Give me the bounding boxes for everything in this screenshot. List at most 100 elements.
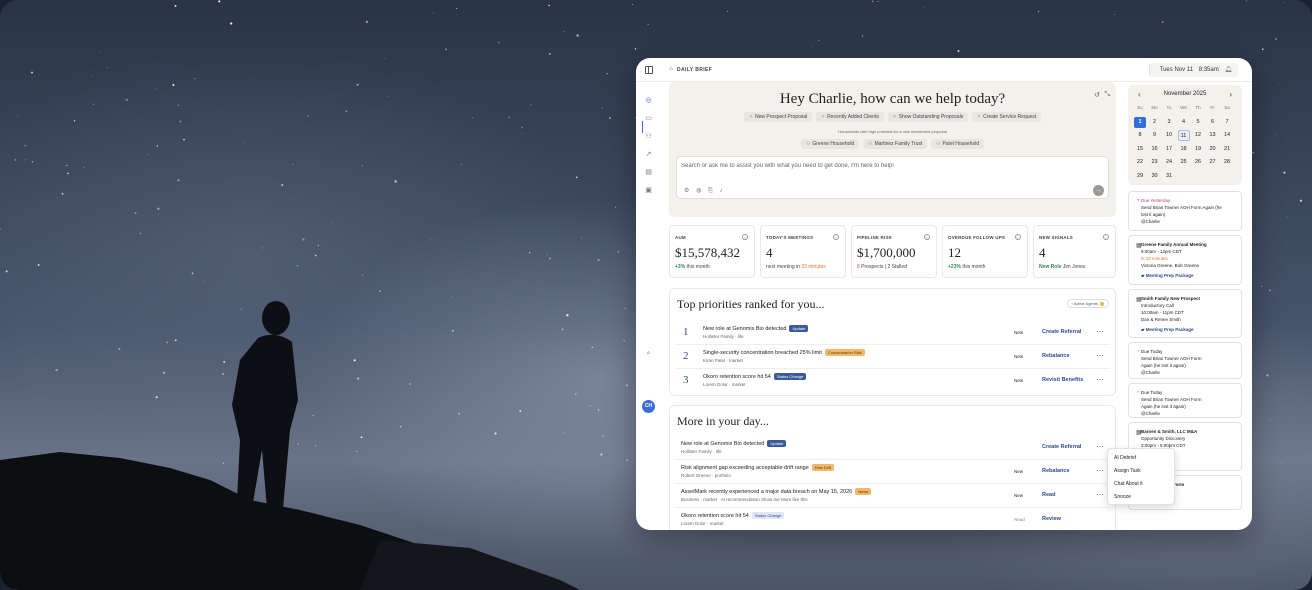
chat-icon[interactable]: ▭ bbox=[644, 114, 653, 123]
list-item[interactable]: New role at Genomix Bio detected Update H… bbox=[676, 436, 1110, 460]
avatar[interactable]: CH bbox=[642, 400, 655, 413]
rebalance-button[interactable]: Rebalance bbox=[1042, 353, 1070, 359]
quick-action-show-outstanding-proposals[interactable]: ✧ Show Outstanding Proposals bbox=[887, 112, 969, 122]
calendar-day[interactable]: 10 bbox=[1163, 130, 1175, 141]
rebalance-button[interactable]: Rebalance bbox=[1042, 468, 1070, 474]
dashboard-icon[interactable]: ◎ bbox=[644, 96, 653, 105]
calendar-day[interactable]: 29 bbox=[1134, 171, 1146, 182]
active-agents-pill[interactable]: ‹ Active Agents bbox=[1066, 299, 1109, 308]
globe-icon[interactable]: ◍ bbox=[696, 188, 701, 194]
household-chip-martinez[interactable]: ⚇ Martinez Family Trust bbox=[863, 139, 928, 149]
menu-item-ai-debrief[interactable]: AI Debrief bbox=[1114, 455, 1136, 461]
collapse-icon[interactable]: ⤡ bbox=[1104, 91, 1110, 99]
calendar-day[interactable]: 30 bbox=[1149, 171, 1161, 182]
more-options-icon[interactable]: ··· bbox=[1096, 327, 1104, 336]
calendar-day[interactable]: 19 bbox=[1192, 144, 1204, 155]
quick-action-recently-added-clients[interactable]: ✧ Recently Added Clients bbox=[815, 112, 884, 122]
info-icon[interactable]: i bbox=[924, 234, 930, 240]
info-icon[interactable]: i bbox=[1103, 234, 1109, 240]
revisit-benefits-button[interactable]: Revisit Benefits bbox=[1042, 377, 1083, 383]
info-icon[interactable]: i bbox=[833, 234, 839, 240]
menu-item-chat-about-it[interactable]: Chat About it bbox=[1114, 481, 1143, 487]
calendar-day[interactable]: 12 bbox=[1192, 130, 1204, 141]
chevron-right-icon[interactable]: › bbox=[1229, 90, 1232, 99]
calendar-day[interactable]: 22 bbox=[1134, 157, 1146, 168]
calendar-day[interactable]: 6 bbox=[1207, 117, 1219, 128]
kpi-pipeline-risk[interactable]: PIPELINE RISK i $1,700,000 8 Prospects |… bbox=[851, 225, 937, 278]
more-options-icon[interactable]: ··· bbox=[1096, 466, 1104, 475]
calendar-day[interactable]: 3 bbox=[1163, 117, 1175, 128]
quick-action-new-prospect-proposal[interactable]: ✧ New Prospect Proposal bbox=[743, 112, 813, 122]
kpi-todays-meetings[interactable]: TODAY'S MEETINGS i 4 next meeting in 23 … bbox=[760, 225, 846, 278]
assistant-search-input[interactable] bbox=[681, 161, 1101, 171]
calendar-day[interactable]: 14 bbox=[1221, 130, 1233, 141]
calendar-day[interactable]: 17 bbox=[1163, 144, 1175, 155]
clients-icon[interactable]: ⚇ bbox=[644, 132, 653, 141]
kpi-new-signals[interactable]: NEW SIGNALS i 4 New Role Jim Jones bbox=[1033, 225, 1116, 278]
calendar-day[interactable]: 9 bbox=[1149, 130, 1161, 141]
menu-item-assign-task[interactable]: Assign Task bbox=[1114, 468, 1141, 474]
priority-row[interactable]: 1 New role at Genomix Bio detected Update… bbox=[676, 321, 1110, 345]
list-item[interactable]: Risk alignment gap exceeding acceptable … bbox=[676, 460, 1110, 484]
meeting-prep-link[interactable]: ▰ Meeting Prep Package bbox=[1141, 327, 1194, 333]
read-button[interactable]: Read bbox=[1042, 492, 1055, 498]
info-icon[interactable]: i bbox=[1015, 234, 1021, 240]
document-icon[interactable]: ▤ bbox=[644, 168, 653, 177]
review-button[interactable]: Review bbox=[1042, 516, 1061, 522]
bell-icon[interactable]: 🔔︎ bbox=[1224, 63, 1232, 77]
more-options-icon[interactable]: ··· bbox=[1096, 442, 1104, 451]
calendar-day[interactable]: 28 bbox=[1221, 157, 1233, 168]
calendar-day[interactable]: 16 bbox=[1149, 144, 1161, 155]
calendar-day[interactable]: 2 bbox=[1149, 117, 1161, 128]
meeting-card[interactable]: ▦ Greene Family Annual Meeting 9:00am - 12… bbox=[1128, 235, 1242, 285]
create-referral-button[interactable]: Create Referral bbox=[1042, 444, 1081, 450]
calendar-day[interactable]: 5 bbox=[1192, 117, 1204, 128]
calendar-day[interactable]: 23 bbox=[1149, 157, 1161, 168]
calendar-day[interactable]: 26 bbox=[1192, 157, 1204, 168]
create-referral-button[interactable]: Create Referral bbox=[1042, 329, 1081, 335]
calendar-day[interactable]: 20 bbox=[1207, 144, 1219, 155]
calendar-day[interactable]: 8 bbox=[1134, 130, 1146, 141]
attach-icon[interactable]: ⎘ bbox=[708, 188, 713, 194]
calendar-day[interactable]: 1 bbox=[1134, 116, 1146, 128]
history-icon[interactable]: ↺ bbox=[1094, 91, 1100, 99]
kpi-aum[interactable]: AUM i $15,578,432 +3% this month bbox=[669, 225, 755, 278]
quick-action-create-service-request[interactable]: ✧ Create Service Request bbox=[971, 112, 1042, 122]
calendar-day[interactable]: 11 bbox=[1177, 130, 1190, 141]
list-item[interactable]: Okoro retention score hit 54 Status Chang… bbox=[676, 508, 1110, 530]
priority-row[interactable]: 3 Okoro retention score hit 54 Status Cha… bbox=[676, 369, 1110, 393]
task-card[interactable]: ◔ Due Yesterday Send Brian Towner AOH Form… bbox=[1128, 191, 1242, 231]
calendar-day[interactable]: 18 bbox=[1178, 144, 1190, 155]
meeting-prep-link[interactable]: ▰ Meeting Prep Package bbox=[1141, 273, 1194, 279]
calendar-day[interactable]: 21 bbox=[1221, 144, 1233, 155]
briefcase-icon[interactable]: ▣ bbox=[644, 186, 653, 195]
household-chip-greene[interactable]: ⚇ Greene Household bbox=[800, 139, 860, 149]
item-title: Okoro retention score hit 54 Status Chang… bbox=[681, 512, 785, 519]
calendar-day[interactable]: 24 bbox=[1163, 157, 1175, 168]
send-button[interactable]: → bbox=[1093, 185, 1104, 196]
calendar-day[interactable]: 15 bbox=[1134, 144, 1146, 155]
info-icon[interactable]: i bbox=[742, 234, 748, 240]
menu-item-snooze[interactable]: Snooze bbox=[1114, 494, 1131, 500]
more-options-icon[interactable]: ··· bbox=[1096, 351, 1104, 360]
calendar-day[interactable]: 31 bbox=[1163, 171, 1175, 182]
calendar-day[interactable]: 4 bbox=[1178, 117, 1190, 128]
meeting-card[interactable]: ▦ Smith Family New Prospect Introductory C… bbox=[1128, 289, 1242, 338]
task-card[interactable]: ◔ Due Today Send Brian Towner AOH Form Agai… bbox=[1128, 342, 1242, 379]
more-options-icon[interactable]: ··· bbox=[1096, 490, 1104, 499]
calendar-day[interactable]: 13 bbox=[1207, 130, 1219, 141]
kpi-overdue-follow-ups[interactable]: OVERDUE FOLLOW UPS i 12 +23% this month bbox=[942, 225, 1028, 278]
calendar-day[interactable]: 25 bbox=[1178, 157, 1190, 168]
trend-icon[interactable]: ↗ bbox=[644, 150, 653, 159]
sidebar-toggle-icon[interactable] bbox=[645, 66, 653, 74]
household-chip-patel[interactable]: ⚇ Patel Household bbox=[930, 139, 985, 149]
more-options-icon[interactable]: ··· bbox=[1096, 375, 1104, 384]
list-item[interactable]: AssetMark recently experienced a major d… bbox=[676, 484, 1110, 508]
priority-row[interactable]: 2 Single-security concentration breached… bbox=[676, 345, 1110, 369]
task-card[interactable]: ◔ Due Today Send Brian Towner AOH Form Agai… bbox=[1128, 383, 1242, 418]
search-icon[interactable]: ⌕ bbox=[644, 349, 653, 358]
calendar-day[interactable]: 27 bbox=[1207, 157, 1219, 168]
settings-icon[interactable]: ⚙ bbox=[684, 188, 689, 194]
microphone-icon[interactable]: ♪ bbox=[719, 188, 722, 194]
calendar-day[interactable]: 7 bbox=[1221, 117, 1233, 128]
